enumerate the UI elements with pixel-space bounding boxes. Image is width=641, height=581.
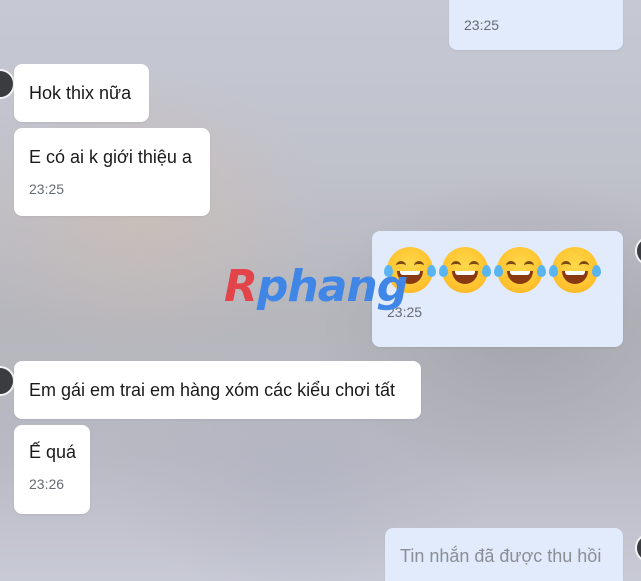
watermark-logo: Rphang [224, 261, 408, 312]
message-bubble-received[interactable]: Hok thix nữa [14, 64, 149, 122]
user-avatar[interactable] [635, 236, 641, 266]
laugh-cry-emoji [494, 247, 546, 293]
laugh-cry-emoji [549, 247, 601, 293]
contact-avatar[interactable] [0, 69, 15, 99]
watermark-logo-r: R [224, 261, 258, 312]
laugh-cry-emoji [439, 247, 491, 293]
chat-message-list[interactable]: 23:25 Hok thix nữa E có ai k giới thiệu … [0, 0, 641, 581]
message-timestamp: 23:25 [387, 304, 423, 320]
message-timestamp: 23:25 [464, 17, 500, 33]
recalled-message-text: Tin nhắn đã được thu hồi [400, 546, 602, 566]
contact-avatar[interactable] [0, 366, 15, 396]
message-text: Ế quá [29, 442, 77, 462]
message-timestamp: 23:26 [29, 476, 65, 492]
message-bubble-sent[interactable]: 23:25 [449, 0, 623, 50]
message-bubble-received[interactable]: E có ai k giới thiệu a 23:25 [14, 128, 210, 216]
user-avatar[interactable] [635, 533, 641, 563]
watermark-logo-phang: phang [256, 261, 408, 312]
message-text: Hok thix nữa [29, 83, 132, 103]
message-text: E có ai k giới thiệu a [29, 147, 192, 167]
recalled-message-bubble[interactable]: Tin nhắn đã được thu hồi [385, 528, 623, 581]
message-bubble-received[interactable]: Em gái em trai em hàng xóm các kiểu chơi… [14, 361, 421, 419]
message-bubble-sent[interactable]: 23:25 [372, 231, 623, 347]
message-text: Em gái em trai em hàng xóm các kiểu chơi… [29, 380, 395, 400]
message-bubble-received[interactable]: Ế quá 23:26 [14, 425, 90, 514]
emoji-row [384, 247, 608, 293]
message-timestamp: 23:25 [29, 181, 65, 197]
